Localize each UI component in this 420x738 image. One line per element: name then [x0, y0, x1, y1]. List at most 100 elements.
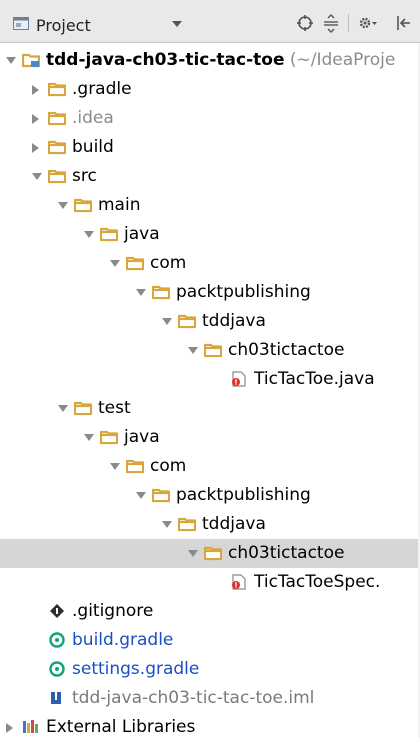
tree-node-label: .idea: [72, 107, 114, 129]
tree-node[interactable]: settings.gradle: [0, 655, 420, 684]
tree-node-label: build: [72, 136, 114, 158]
folder-icon: [203, 342, 223, 358]
tree-expanded-arrow-icon[interactable]: [58, 202, 68, 209]
tree-expanded-arrow-icon[interactable]: [58, 405, 68, 412]
settings-icon[interactable]: [356, 13, 378, 33]
tree-node[interactable]: External Libraries: [0, 713, 420, 738]
tree-node[interactable]: .idea: [0, 104, 420, 133]
tree-collapsed-arrow-icon[interactable]: [6, 723, 13, 733]
tree-node[interactable]: com: [0, 452, 420, 481]
source-folder-icon: [99, 226, 119, 242]
tree-expanded-arrow-icon[interactable]: [110, 463, 120, 470]
tree-expanded-arrow-icon[interactable]: [32, 173, 42, 180]
tree-node[interactable]: TicTacToeSpec.: [0, 568, 420, 597]
tree-node-text: tddjava: [202, 514, 266, 534]
folder-icon: [177, 313, 197, 329]
scroll-from-source-icon[interactable]: [294, 13, 316, 33]
tree-node[interactable]: com: [0, 249, 420, 278]
tree-node-label: .gitignore: [72, 600, 153, 622]
test-folder-icon: [99, 429, 119, 445]
dropdown-caret-icon[interactable]: [172, 21, 182, 27]
tree-node[interactable]: .gitignore: [0, 597, 420, 626]
tree-node[interactable]: tddjava: [0, 307, 420, 336]
tree-node-text: settings.gradle: [72, 659, 200, 679]
tree-node-text: .idea: [72, 108, 114, 128]
java-file-error-icon: [230, 371, 248, 387]
tree-node-label: ch03tictactoe: [228, 339, 344, 361]
tree-node-text: ch03tictactoe: [228, 543, 345, 563]
tree-expanded-arrow-icon[interactable]: [6, 57, 16, 64]
tree-node-text: java: [124, 224, 160, 244]
tree-node-label: packtpublishing: [176, 281, 311, 303]
tree-expanded-arrow-icon[interactable]: [162, 521, 172, 528]
tree-node-label: TicTacToe.java: [254, 368, 375, 390]
folder-icon: [203, 545, 223, 561]
tree-node-label: TicTacToeSpec.: [254, 571, 380, 593]
hide-panel-icon[interactable]: [392, 13, 414, 33]
tree-node-text: build: [72, 137, 114, 157]
folder-icon: [151, 284, 171, 300]
tree-node-label: com: [150, 455, 186, 477]
tree-node[interactable]: main: [0, 191, 420, 220]
tree-node-text: test: [98, 398, 131, 418]
tree-node-text: .gitignore: [72, 601, 154, 621]
tree-expanded-arrow-icon[interactable]: [84, 231, 94, 238]
folder-icon: [151, 487, 171, 503]
tree-node[interactable]: TicTacToe.java: [0, 365, 420, 394]
tree-node[interactable]: build: [0, 133, 420, 162]
tree-expanded-arrow-icon[interactable]: [188, 347, 198, 354]
toolbar-separator: [348, 14, 349, 32]
tree-node[interactable]: ch03tictactoe: [0, 336, 420, 365]
project-tree[interactable]: tdd-java-ch03-tic-tac-toe (~/IdeaProje .…: [0, 43, 420, 738]
tree-node-text: .gradle: [72, 79, 132, 99]
tree-expanded-arrow-icon[interactable]: [136, 289, 146, 296]
tree-node[interactable]: tdd-java-ch03-tic-tac-toe.iml: [0, 684, 420, 713]
tree-node[interactable]: packtpublishing: [0, 481, 420, 510]
gradle-icon: [48, 632, 66, 648]
tree-collapsed-arrow-icon[interactable]: [32, 85, 39, 95]
libraries-icon: [22, 719, 40, 735]
tree-node-label: settings.gradle: [72, 658, 199, 680]
tree-node-text: com: [150, 253, 187, 273]
tree-node-label: src: [72, 165, 97, 187]
tree-node-label: java: [124, 426, 160, 448]
tree-collapsed-arrow-icon[interactable]: [32, 114, 39, 124]
tree-expanded-arrow-icon[interactable]: [162, 318, 172, 325]
folder-icon: [125, 458, 145, 474]
tree-node-label: packtpublishing: [176, 484, 311, 506]
tree-expanded-arrow-icon[interactable]: [84, 434, 94, 441]
tree-node-text: packtpublishing: [176, 485, 311, 505]
tree-node-text: packtpublishing: [176, 282, 311, 302]
tree-node-label: com: [150, 252, 186, 274]
tree-collapsed-arrow-icon[interactable]: [32, 143, 39, 153]
tree-node-text: tdd-java-ch03-tic-tac-toe: [46, 50, 285, 70]
tree-expanded-arrow-icon[interactable]: [110, 260, 120, 267]
tree-node[interactable]: tddjava: [0, 510, 420, 539]
tree-node[interactable]: src: [0, 162, 420, 191]
tree-node-path-hint: (~/IdeaProje: [284, 50, 396, 70]
folder-icon: [47, 139, 67, 155]
tree-node-text: com: [150, 456, 187, 476]
tree-node[interactable]: ch03tictactoe: [0, 539, 420, 568]
tree-node-text: External Libraries: [46, 717, 196, 737]
tree-node[interactable]: .gradle: [0, 75, 420, 104]
tree-node-text: tddjava: [202, 311, 266, 331]
tree-node-label: tdd-java-ch03-tic-tac-toe (~/IdeaProje: [46, 49, 395, 71]
tree-node[interactable]: test: [0, 394, 420, 423]
tree-node[interactable]: build.gradle: [0, 626, 420, 655]
tree-node[interactable]: java: [0, 423, 420, 452]
tree-node[interactable]: packtpublishing: [0, 278, 420, 307]
tree-node-text: src: [72, 166, 97, 186]
tree-expanded-arrow-icon[interactable]: [188, 550, 198, 557]
tree-expanded-arrow-icon[interactable]: [136, 492, 146, 499]
project-view-selector[interactable]: Project: [36, 16, 91, 35]
tree-node[interactable]: tdd-java-ch03-tic-tac-toe (~/IdeaProje: [0, 46, 420, 75]
folder-icon: [47, 81, 67, 97]
folder-icon: [73, 400, 93, 416]
collapse-all-icon[interactable]: [320, 13, 342, 33]
tree-node[interactable]: java: [0, 220, 420, 249]
tree-node-text: TicTacToe.java: [254, 369, 375, 389]
project-view-icon[interactable]: [13, 17, 29, 30]
tree-node-text: main: [98, 195, 141, 215]
iml-module-icon: [48, 690, 66, 706]
